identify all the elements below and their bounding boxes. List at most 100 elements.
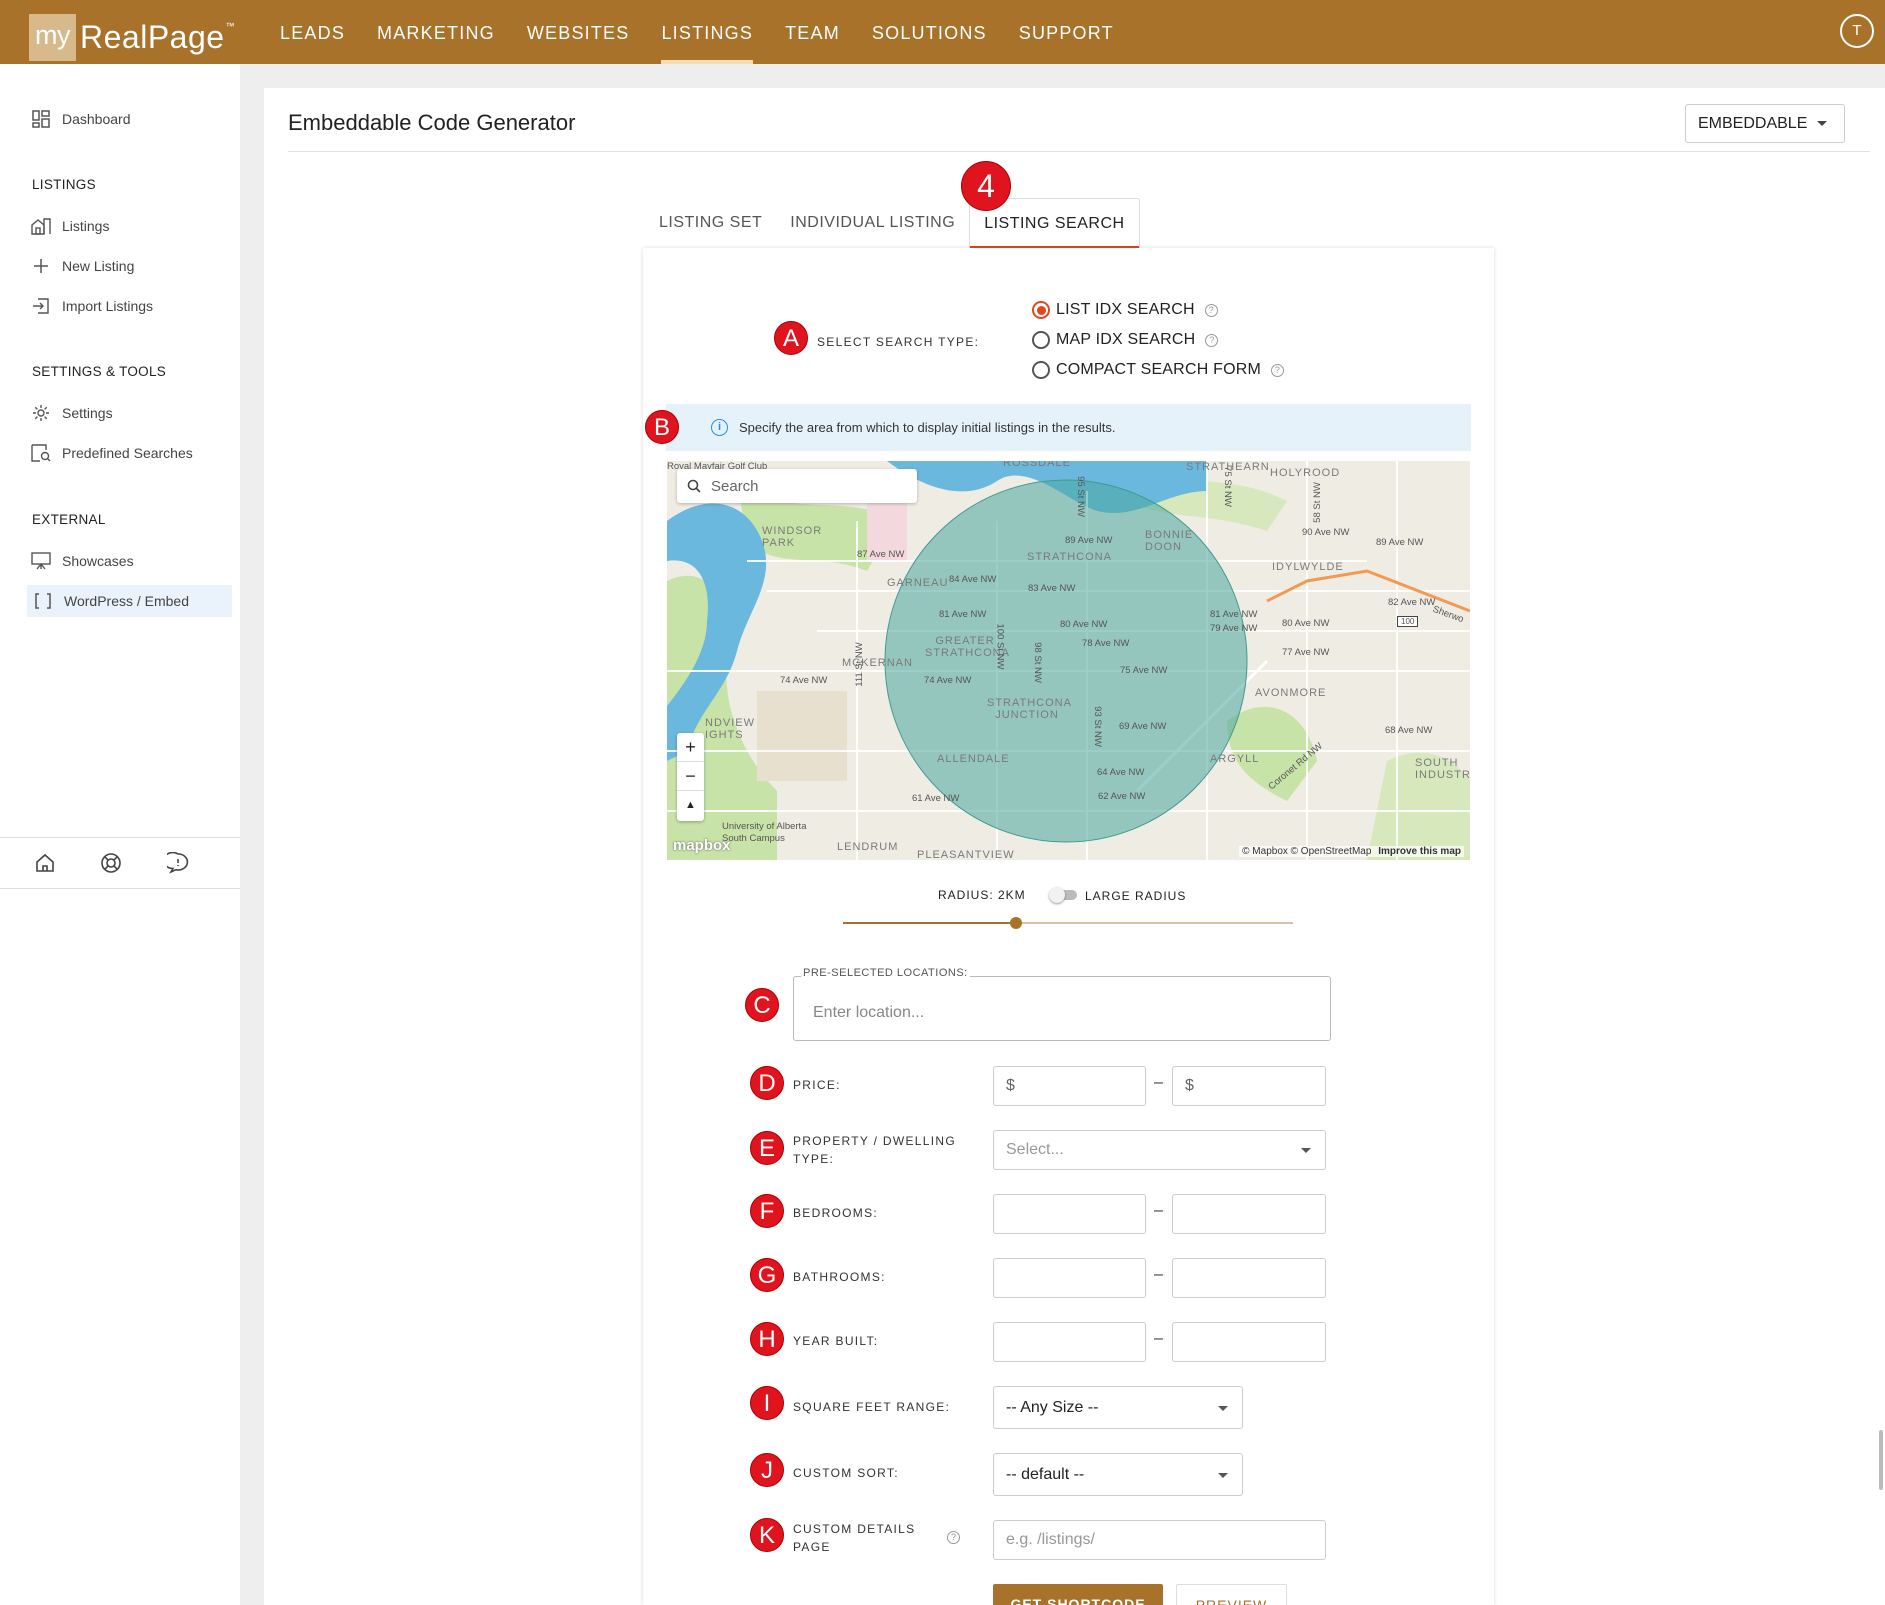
embeddable-dropdown[interactable]: EMBEDDABLE (1685, 104, 1845, 143)
logo-trademark: ™ (225, 20, 235, 31)
help-icon[interactable]: ? (1271, 363, 1284, 377)
bedrooms-max-input[interactable] (1172, 1194, 1326, 1234)
map-label: WINDSOR PARK (762, 525, 823, 549)
custom-details-page-input[interactable]: e.g. /listings/ (993, 1520, 1326, 1560)
radio-map-idx-search[interactable]: MAP IDX SEARCH ? (1032, 331, 1219, 349)
help-icon[interactable]: ? (1205, 333, 1219, 347)
map-label: 64 Ave NW (1097, 767, 1145, 778)
map-label: LENDRUM (837, 841, 899, 853)
tab-listing-set[interactable]: LISTING SET (645, 198, 776, 248)
large-radius-label: LARGE RADIUS (1085, 889, 1187, 903)
sidebar-item-predefined-searches[interactable]: Predefined Searches (30, 437, 193, 469)
property-type-select[interactable]: Select... (993, 1130, 1326, 1170)
property-type-label-line1: PROPERTY / DWELLING (793, 1134, 956, 1148)
zoom-out-button[interactable]: − (677, 762, 704, 791)
map-label: MCKERNAN (842, 657, 913, 669)
annotation-marker-d: D (750, 1066, 784, 1100)
sidebar-section-external: EXTERNAL (32, 512, 106, 527)
sidebar-item-wordpress-embed[interactable]: WordPress / Embed (27, 585, 232, 617)
range-separator: – (1154, 1074, 1163, 1091)
sidebar-item-new-listing[interactable]: New Listing (30, 250, 134, 282)
sidebar-item-listings[interactable]: Listings (30, 210, 109, 242)
bathrooms-min-input[interactable] (993, 1258, 1146, 1298)
nav-leads[interactable]: LEADS (264, 0, 361, 64)
map-label: NDVIEW IGHTS (705, 717, 755, 741)
caret-down-icon (1817, 121, 1828, 126)
map-attribution-text[interactable]: © Mapbox © OpenStreetMap (1242, 846, 1371, 857)
map-label: 68 Ave NW (1385, 725, 1433, 736)
gear-icon (30, 402, 52, 424)
user-avatar[interactable]: T (1840, 14, 1874, 48)
large-radius-toggle[interactable] (1049, 887, 1077, 903)
sidebar-item-dashboard[interactable]: Dashboard (30, 103, 131, 135)
annotation-marker-k: K (750, 1518, 784, 1552)
help-icon[interactable]: ? (947, 1531, 960, 1544)
get-shortcode-button[interactable]: GET SHORTCODE (993, 1584, 1163, 1605)
page-scrollbar[interactable] (1879, 1430, 1883, 1490)
nav-marketing[interactable]: MARKETING (361, 0, 511, 64)
page-title: Embeddable Code Generator (288, 110, 576, 135)
chevron-down-icon (1218, 1406, 1228, 1411)
nav-listings[interactable]: LISTINGS (645, 0, 769, 64)
map-label: 89 Ave NW (1376, 537, 1424, 548)
compass-button[interactable]: ▲ (677, 791, 704, 820)
range-separator: – (1154, 1266, 1163, 1283)
annotation-marker-e: E (750, 1131, 784, 1165)
pre-selected-locations-label: PRE-SELECTED LOCATIONS: (801, 967, 970, 979)
custom-sort-select[interactable]: -- default -- (993, 1453, 1243, 1496)
zoom-in-button[interactable]: + (677, 733, 704, 762)
map-label: 100 St NW (994, 623, 1006, 670)
nav-support[interactable]: SUPPORT (1003, 0, 1130, 64)
nav-team[interactable]: TEAM (769, 0, 856, 64)
listing-search-panel: A SELECT SEARCH TYPE: LIST IDX SEARCH ? … (643, 248, 1494, 1605)
map-label: SOUTH INDUSTRI (1415, 757, 1470, 781)
sidebar-item-label: Settings (62, 405, 113, 421)
tab-individual-listing[interactable]: INDIVIDUAL LISTING (776, 198, 969, 248)
custom-details-page-label: CUSTOM DETAILS PAGE (793, 1520, 915, 1556)
range-separator: – (1154, 1330, 1163, 1347)
improve-map-link[interactable]: Improve this map (1378, 846, 1461, 857)
sidebar-item-label: Import Listings (62, 298, 154, 314)
myrealpage-logo[interactable]: my RealPage ™ (29, 14, 235, 61)
preview-button[interactable]: PREVIEW (1176, 1584, 1287, 1605)
map-label: STRATHCONA JUNCTION (987, 697, 1072, 721)
home-icon[interactable] (34, 852, 58, 876)
map-label: 87 Ave NW (857, 549, 905, 560)
map-label: 90 Ave NW (1302, 527, 1350, 538)
radio-list-idx-search[interactable]: LIST IDX SEARCH ? (1032, 301, 1218, 319)
map-canvas[interactable] (667, 461, 1470, 860)
bathrooms-label: BATHROOMS: (793, 1270, 886, 1284)
sidebar-item-showcases[interactable]: Showcases (30, 545, 134, 577)
range-separator: – (1154, 1202, 1163, 1219)
radio-label: COMPACT SEARCH FORM (1056, 361, 1261, 378)
radius-label: RADIUS: 2KM (938, 888, 1026, 902)
tab-bar: LISTING SET INDIVIDUAL LISTING LISTING S… (645, 198, 1140, 248)
year-built-max-input[interactable] (1172, 1322, 1326, 1362)
help-icon[interactable]: ? (1204, 303, 1218, 317)
radius-slider-handle[interactable] (1010, 917, 1023, 929)
info-icon: i (711, 419, 728, 436)
map-label: 82 Ave NW (1388, 597, 1436, 608)
bathrooms-max-input[interactable] (1172, 1258, 1326, 1298)
bedrooms-min-input[interactable] (993, 1194, 1146, 1234)
location-input-placeholder[interactable]: Enter location... (813, 1004, 924, 1022)
square-feet-select[interactable]: -- Any Size -- (993, 1386, 1243, 1429)
lifebuoy-icon[interactable] (100, 852, 124, 876)
sidebar-item-import-listings[interactable]: Import Listings (30, 290, 153, 322)
custom-details-placeholder: e.g. /listings/ (1006, 1531, 1095, 1548)
price-max-input[interactable]: $ (1172, 1066, 1326, 1106)
map-label: ALLENDALE (937, 753, 1010, 765)
chat-icon[interactable] (162, 851, 191, 876)
year-built-min-input[interactable] (993, 1322, 1146, 1362)
nav-solutions[interactable]: SOLUTIONS (856, 0, 1003, 64)
nav-websites[interactable]: WEBSITES (511, 0, 646, 64)
price-min-input[interactable]: $ (993, 1066, 1146, 1106)
brackets-icon (32, 590, 54, 612)
radius-slider[interactable] (843, 917, 1293, 929)
map-search-input[interactable]: Search (677, 469, 917, 503)
area-map[interactable]: Royal Mayfair Golf Club ROSSDALE STRATHE… (667, 461, 1470, 860)
mapbox-logo[interactable]: mapbox (673, 837, 731, 854)
radio-compact-search-form[interactable]: COMPACT SEARCH FORM ? (1032, 361, 1284, 379)
annotation-marker-i: I (750, 1386, 784, 1420)
sidebar-item-settings[interactable]: Settings (30, 397, 113, 429)
